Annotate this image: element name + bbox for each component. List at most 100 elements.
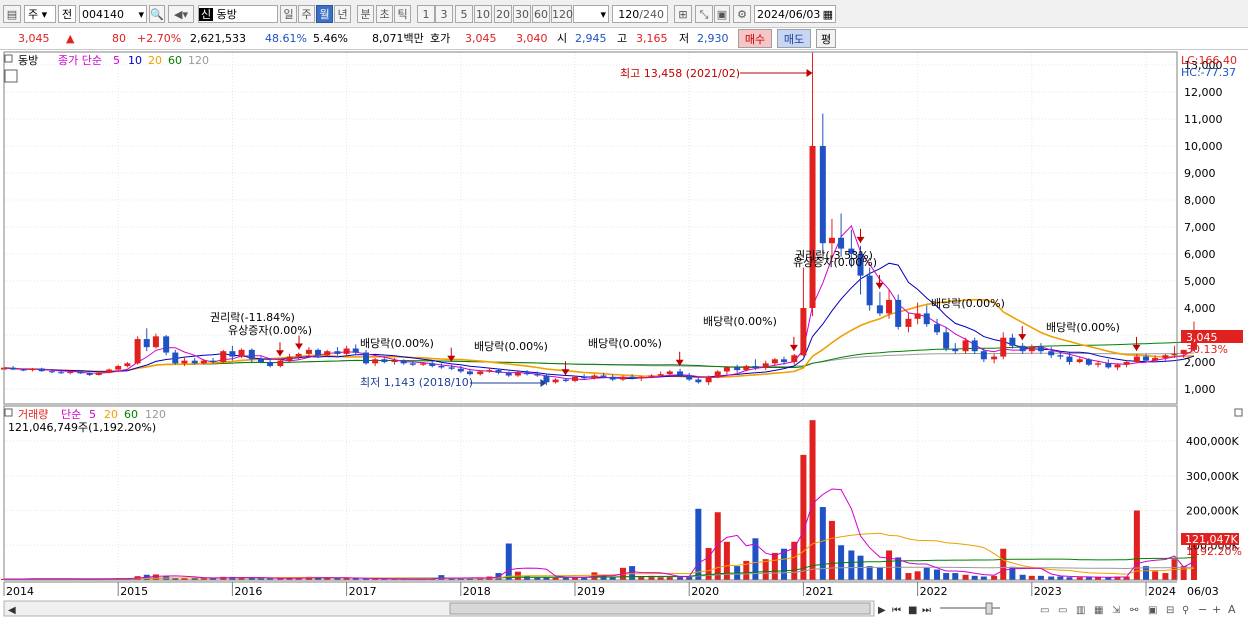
volume-bar: [962, 574, 969, 580]
period-button[interactable]: 초: [376, 5, 393, 23]
stop-icon[interactable]: ■: [908, 605, 917, 616]
scroll-left-icon[interactable]: ◀: [8, 605, 16, 616]
copy-icon[interactable]: ▣: [1148, 605, 1157, 616]
volume-bar: [876, 567, 883, 580]
event-label: 배당락(0.00%): [1046, 321, 1120, 334]
date-input[interactable]: 2024/06/03 ▦: [754, 5, 836, 23]
candle-up: [29, 368, 36, 371]
gear-icon[interactable]: ⚙: [733, 5, 751, 23]
candle-up: [619, 376, 626, 380]
line-tool-icon[interactable]: ⤡: [695, 5, 713, 23]
candle-down: [876, 305, 883, 314]
volume-bar: [1133, 510, 1140, 580]
candle-down: [438, 366, 445, 368]
name-input[interactable]: 신 동방: [198, 5, 278, 23]
current-price: 3,045: [18, 32, 50, 45]
volume-bar: [1180, 566, 1187, 580]
period-button[interactable]: 분: [357, 5, 374, 23]
candle-down: [819, 146, 826, 244]
period-button[interactable]: 일: [280, 5, 297, 23]
candle-up: [552, 379, 559, 383]
candle-up: [115, 366, 122, 370]
candle-up: [305, 349, 312, 354]
code-input[interactable]: 004140 ▾: [79, 5, 147, 23]
volume-panel-close-icon[interactable]: [1234, 408, 1243, 417]
speaker-icon[interactable]: ◀▾: [168, 5, 194, 23]
interval-button[interactable]: 1: [417, 5, 435, 23]
volume-tick-label: 300,000K: [1186, 470, 1239, 483]
volume-bar: [923, 567, 930, 580]
window-menu-icon[interactable]: ▤: [3, 5, 21, 23]
candle-type-icon[interactable]: ⊞: [674, 5, 692, 23]
candle-up: [1028, 347, 1035, 352]
trade-volume: 2,621,533: [190, 32, 246, 45]
zoom-in-icon[interactable]: +: [1212, 603, 1221, 616]
volume-panel-collapse-icon[interactable]: [4, 408, 13, 417]
candle-down: [352, 348, 359, 353]
search-icon[interactable]: 🔍: [149, 5, 165, 23]
link-icon[interactable]: ⚯: [1130, 605, 1139, 616]
compare-icon[interactable]: ▭: [1040, 605, 1049, 616]
ma-period-60: 60: [168, 54, 182, 67]
step-forward-icon[interactable]: ⏭: [922, 605, 931, 616]
eval-button[interactable]: 평: [816, 29, 836, 48]
window-icon[interactable]: ▭: [1058, 605, 1067, 616]
panel-collapse-icon[interactable]: [4, 54, 13, 63]
scrollbar-thumb[interactable]: [449, 602, 871, 615]
ask-price: 3,045: [465, 32, 497, 45]
candle-up: [771, 359, 778, 364]
count-input[interactable]: 120/240: [612, 5, 668, 23]
period-button[interactable]: 틱: [394, 5, 411, 23]
volume-bar: [771, 552, 778, 580]
candle-down: [248, 349, 255, 360]
interval-button[interactable]: 20: [494, 5, 512, 23]
calendar-icon[interactable]: ▦: [823, 6, 833, 24]
volume-title: 거래량: [18, 408, 48, 421]
volume-bar: [943, 573, 950, 580]
period-button[interactable]: 주: [298, 5, 315, 23]
sell-button[interactable]: 매도: [777, 29, 811, 48]
event-label: 배당락(0.00%): [360, 337, 434, 350]
candle-up: [1095, 363, 1102, 365]
zoom-out-icon[interactable]: −: [1198, 603, 1207, 616]
interval-button[interactable]: 3: [435, 5, 453, 23]
layout-icon[interactable]: ▥: [1076, 605, 1085, 616]
interval-custom-select[interactable]: ▾: [573, 5, 609, 23]
candle-down: [1143, 356, 1149, 361]
interval-button[interactable]: 30: [513, 5, 531, 23]
interval-button[interactable]: 5: [455, 5, 473, 23]
candle-down: [1057, 355, 1064, 357]
volume-bar: [505, 543, 512, 580]
scroll-right-icon[interactable]: ▶: [878, 605, 886, 616]
zoom-slider-handle[interactable]: [985, 602, 993, 615]
event-label: 배당락(0.00%): [703, 315, 777, 328]
step-back-icon[interactable]: ⏮: [892, 605, 901, 616]
export-icon[interactable]: ⇲: [1112, 605, 1121, 616]
volume-bar: [971, 575, 978, 580]
period-button[interactable]: 월: [316, 5, 333, 23]
event-label: 배당락(0.00%): [931, 297, 1005, 310]
ruler-icon[interactable]: ⊟: [1166, 605, 1174, 616]
interval-button[interactable]: 10: [474, 5, 492, 23]
volume-bar: [809, 420, 816, 580]
grid-toggle-icon[interactable]: [4, 69, 18, 83]
quote-bar: 3,045 ▲ 80 +2.70% 2,621,533 48.61% 5.46%…: [0, 28, 1248, 50]
candle-down: [780, 359, 787, 362]
event-label: 권리락(-11.84%): [210, 311, 295, 324]
market-select[interactable]: 주 ▾: [24, 5, 56, 23]
candle-up: [572, 376, 578, 381]
save-icon[interactable]: ▣: [714, 5, 730, 23]
zoom-search-icon[interactable]: ⚲: [1182, 605, 1189, 616]
interval-button[interactable]: 120: [551, 5, 573, 23]
candle-down: [191, 360, 198, 364]
all-button[interactable]: 전: [58, 5, 76, 23]
candle-up: [809, 146, 816, 308]
font-size-icon[interactable]: A: [1228, 603, 1236, 616]
x-axis-end-label: 06/03: [1187, 585, 1219, 598]
period-button[interactable]: 년: [334, 5, 351, 23]
candle-down: [172, 352, 179, 364]
buy-button[interactable]: 매수: [738, 29, 772, 48]
interval-button[interactable]: 60: [532, 5, 550, 23]
split-icon[interactable]: ▦: [1094, 605, 1103, 616]
candle-up: [591, 375, 598, 379]
